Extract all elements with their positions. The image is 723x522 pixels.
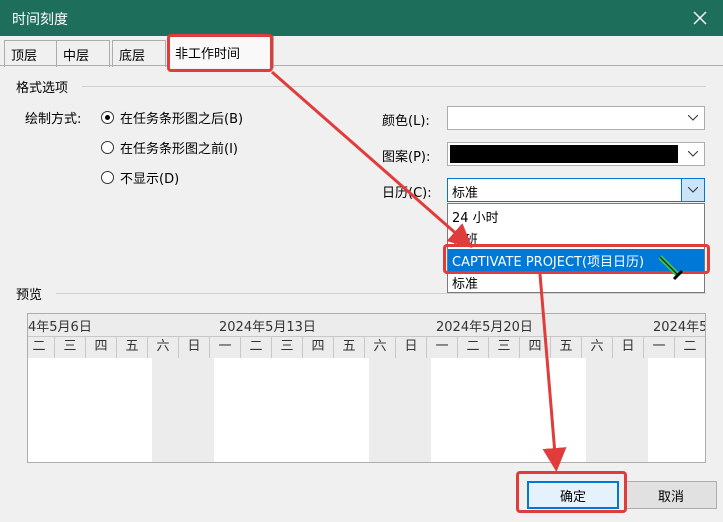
- calendar-label: 日历(C):: [382, 186, 432, 201]
- preview-day-label: 四: [302, 336, 333, 358]
- timescale-preview: 4年5月6日 2024年5月13日 2024年5月20日 2024年5 二三四五…: [27, 313, 706, 463]
- arrow-to-option: [271, 70, 473, 248]
- pattern-swatch: [450, 145, 678, 163]
- radio-do-not-show[interactable]: 不显示(D): [101, 168, 179, 187]
- tab-strip: 顶层 中层 底层 非工作时间: [0, 36, 723, 68]
- pattern-combo[interactable]: [447, 142, 705, 166]
- preview-day-label: 六: [147, 336, 178, 358]
- preview-week-label: 4年5月6日: [28, 320, 92, 335]
- preview-day-label: 五: [550, 336, 581, 358]
- preview-week-label: 2024年5: [653, 320, 706, 335]
- color-label: 颜色(L):: [382, 114, 430, 129]
- radio-dot[interactable]: [101, 171, 114, 184]
- ok-button[interactable]: 确定: [527, 481, 619, 509]
- title-bar: 时间刻度: [0, 0, 723, 36]
- cursor-icon: [658, 255, 684, 281]
- calendar-option-24h[interactable]: 24 小时: [448, 205, 704, 227]
- preview-divider: [56, 293, 706, 294]
- preview-day-label: 一: [643, 336, 674, 358]
- preview-day-label: 四: [85, 336, 116, 358]
- radio-dot[interactable]: [101, 141, 114, 154]
- tab-middle-tier[interactable]: 中层: [56, 40, 110, 67]
- chevron-down-icon[interactable]: [681, 179, 704, 201]
- dialog-title: 时间刻度: [12, 12, 68, 28]
- nonworking-shade: [369, 358, 431, 462]
- calendar-combo[interactable]: 标准: [447, 178, 705, 202]
- tab-top-tier[interactable]: 顶层: [4, 40, 58, 67]
- tab-bottom-tier[interactable]: 底层: [112, 40, 166, 67]
- preview-day-label: 日: [395, 336, 426, 358]
- format-options-label: 格式选项: [16, 81, 69, 96]
- preview-day-label: 二: [457, 336, 488, 358]
- nonworking-shade: [586, 358, 648, 462]
- radio-before-bars[interactable]: 在任务条形图之前(I): [101, 138, 238, 157]
- chevron-down-icon[interactable]: [682, 107, 704, 129]
- calendar-value: 标准: [452, 186, 479, 201]
- preview-day-label: 日: [178, 336, 209, 358]
- draw-mode-label: 绘制方式:: [25, 112, 82, 127]
- nonworking-shade: [152, 358, 214, 462]
- preview-day-label: 六: [581, 336, 612, 358]
- radio-after-bars[interactable]: 在任务条形图之后(B): [101, 108, 243, 127]
- pattern-label: 图案(P):: [382, 150, 431, 165]
- preview-label: 预览: [16, 288, 43, 303]
- preview-day-label: 二: [240, 336, 271, 358]
- preview-day-label: 六: [364, 336, 395, 358]
- chevron-down-icon[interactable]: [682, 143, 704, 165]
- tab-nonworking-time[interactable]: 非工作时间: [168, 36, 274, 68]
- preview-day-label: 五: [333, 336, 364, 358]
- cancel-button[interactable]: 取消: [625, 481, 717, 509]
- preview-day-label: 一: [426, 336, 457, 358]
- preview-day-label: 二: [674, 336, 705, 358]
- radio-dot-selected[interactable]: [101, 111, 114, 124]
- format-options-divider: [82, 86, 706, 87]
- preview-day-label: 四: [519, 336, 550, 358]
- tab-divider: [0, 65, 723, 66]
- preview-day-label: 日: [612, 336, 643, 358]
- preview-day-label: 三: [271, 336, 302, 358]
- preview-day-label: 五: [116, 336, 147, 358]
- preview-day-label: 二: [28, 336, 54, 358]
- close-icon[interactable]: [677, 0, 723, 36]
- preview-day-label: 三: [54, 336, 85, 358]
- preview-day-label: 三: [488, 336, 519, 358]
- preview-week-label: 2024年5月13日: [219, 320, 316, 335]
- preview-week-label: 2024年5月20日: [436, 320, 533, 335]
- preview-day-label: 一: [209, 336, 240, 358]
- calendar-option-night-shift[interactable]: 夜班: [448, 227, 704, 249]
- color-combo[interactable]: [447, 106, 705, 130]
